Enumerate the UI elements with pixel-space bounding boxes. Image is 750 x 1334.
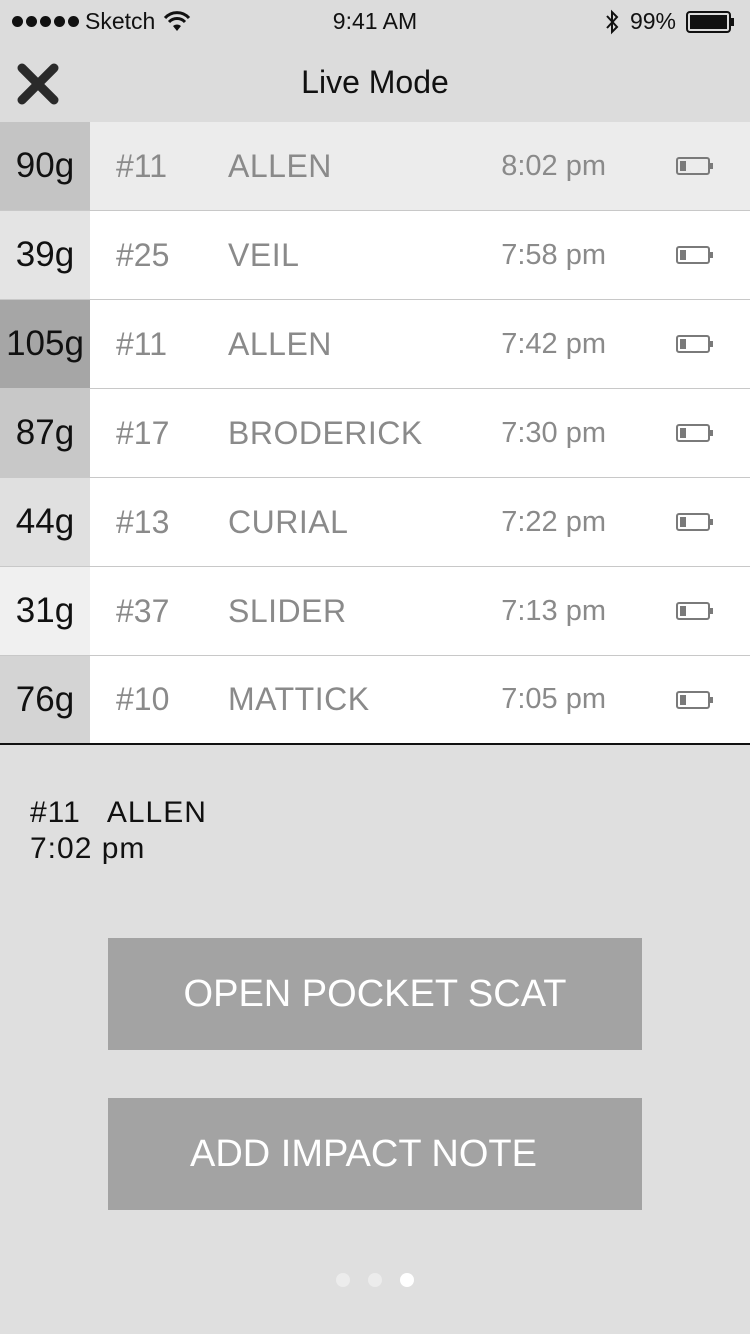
player-number: #37 xyxy=(116,592,170,629)
player-name: MATTICK xyxy=(228,681,370,717)
player-number: #10 xyxy=(116,681,170,717)
status-right: 99% xyxy=(604,8,736,35)
sensor-battery-icon xyxy=(676,602,713,620)
impact-list: 90g #11 ALLEN 8:02 pm 39g #25 VEIL 7:58 pm 105g #… xyxy=(0,122,750,745)
page-dot[interactable] xyxy=(368,1273,382,1287)
impact-time: 7:22 pm xyxy=(501,505,606,538)
bluetooth-icon xyxy=(606,9,619,34)
battery-icon xyxy=(686,10,734,33)
sensor-battery-icon xyxy=(676,424,713,442)
impact-row[interactable]: 105g #11 ALLEN 7:42 pm xyxy=(0,300,750,389)
impact-g-force: 39g xyxy=(0,211,90,299)
sensor-battery-icon xyxy=(676,513,713,531)
sensor-battery-icon xyxy=(676,157,713,175)
impact-time: 7:30 pm xyxy=(501,416,606,449)
impact-g-force: 87g xyxy=(0,389,90,477)
player-name: ALLEN xyxy=(228,147,332,184)
player-number: #25 xyxy=(116,236,170,273)
impact-row[interactable]: 76g #10 MATTICK 7:05 pm xyxy=(0,656,750,745)
impact-g-force: 44g xyxy=(0,478,90,566)
page-dot[interactable] xyxy=(400,1273,414,1287)
impact-g-force: 105g xyxy=(0,300,90,388)
page-title: Live Mode xyxy=(301,64,449,100)
page-dot[interactable] xyxy=(336,1273,350,1287)
impact-g-force: 76g xyxy=(0,656,90,743)
player-number: #13 xyxy=(116,503,170,540)
impact-time: 8:02 pm xyxy=(501,149,606,182)
status-bar: Sketch 9:41 AM 99% xyxy=(0,0,750,42)
impact-time: 7:42 pm xyxy=(501,327,606,360)
impact-time: 7:05 pm xyxy=(501,683,606,715)
player-name: BRODERICK xyxy=(228,414,423,451)
detail-player-number: #11 xyxy=(30,796,81,829)
player-number: #17 xyxy=(116,414,170,451)
add-impact-note-button[interactable]: ADD IMPACT NOTE xyxy=(108,1098,642,1210)
impact-row[interactable]: 39g #25 VEIL 7:58 pm xyxy=(0,211,750,300)
player-name: ALLEN xyxy=(228,325,332,362)
player-name: CURIAL xyxy=(228,503,349,540)
impact-row[interactable]: 87g #17 BRODERICK 7:30 pm xyxy=(0,389,750,478)
impact-time: 7:13 pm xyxy=(501,594,606,627)
selected-impact-detail: #11 ALLEN 7:02 pm xyxy=(30,796,207,866)
impact-row[interactable]: 44g #13 CURIAL 7:22 pm xyxy=(0,478,750,567)
nav-bar: Live Mode xyxy=(0,42,750,122)
player-name: SLIDER xyxy=(228,592,347,629)
sensor-battery-icon xyxy=(676,691,713,709)
player-number: #11 xyxy=(116,147,168,184)
impact-row[interactable]: 90g #11 ALLEN 8:02 pm xyxy=(0,122,750,211)
sensor-battery-icon xyxy=(676,335,713,353)
detail-player-name: ALLEN xyxy=(106,796,207,829)
battery-percent: 99% xyxy=(629,8,676,34)
impact-g-force: 90g xyxy=(0,122,90,210)
impact-row[interactable]: 31g #37 SLIDER 7:13 pm xyxy=(0,567,750,656)
page-indicator xyxy=(0,1273,750,1287)
open-pocket-scat-button[interactable]: OPEN POCKET SCAT xyxy=(108,938,642,1050)
player-name: VEIL xyxy=(228,236,300,273)
impact-time: 7:58 pm xyxy=(501,238,606,271)
sensor-battery-icon xyxy=(676,246,713,264)
impact-g-force: 31g xyxy=(0,567,90,655)
detail-time: 7:02 pm xyxy=(30,832,146,865)
player-number: #11 xyxy=(116,325,168,362)
